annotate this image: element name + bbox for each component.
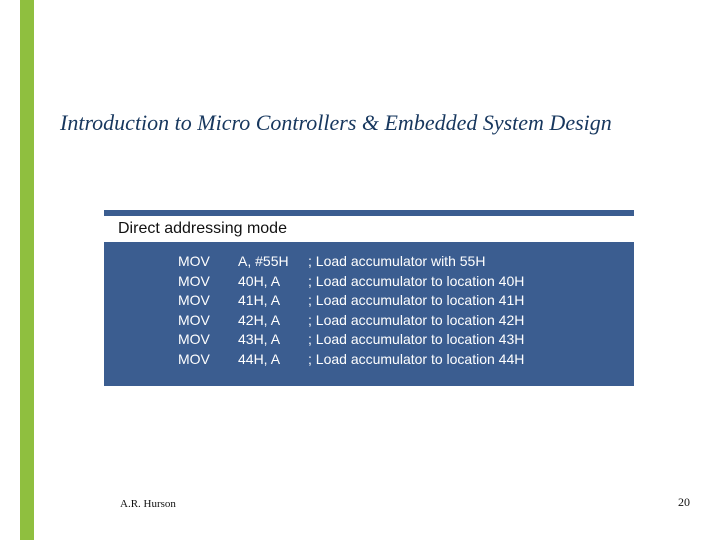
comment-cell: ; Load accumulator to location 42H (308, 311, 534, 331)
opcode-cell: MOV (178, 311, 238, 331)
comment-cell: ; Load accumulator with 55H (308, 252, 534, 272)
table-row: MOV43H, A; Load accumulator to location … (178, 330, 534, 350)
args-cell: 41H, A (238, 291, 308, 311)
opcode-cell: MOV (178, 291, 238, 311)
opcode-cell: MOV (178, 350, 238, 370)
table-row: MOV40H, A; Load accumulator to location … (178, 272, 534, 292)
args-cell: 43H, A (238, 330, 308, 350)
table-row: MOVA, #55H; Load accumulator with 55H (178, 252, 534, 272)
accent-bar (20, 0, 34, 540)
page-title: Introduction to Micro Controllers & Embe… (60, 110, 612, 136)
footer-page-number: 20 (678, 495, 690, 510)
opcode-cell: MOV (178, 330, 238, 350)
table-row: MOV44H, A; Load accumulator to location … (178, 350, 534, 370)
footer-author: A.R. Hurson (120, 498, 176, 510)
opcode-cell: MOV (178, 252, 238, 272)
slide: Introduction to Micro Controllers & Embe… (0, 0, 720, 540)
comment-cell: ; Load accumulator to location 43H (308, 330, 534, 350)
comment-cell: ; Load accumulator to location 40H (308, 272, 534, 292)
code-box: Direct addressing mode MOVA, #55H; Load … (104, 210, 634, 386)
args-cell: 42H, A (238, 311, 308, 331)
args-cell: A, #55H (238, 252, 308, 272)
comment-cell: ; Load accumulator to location 41H (308, 291, 534, 311)
comment-cell: ; Load accumulator to location 44H (308, 350, 534, 370)
args-cell: 44H, A (238, 350, 308, 370)
code-table: MOVA, #55H; Load accumulator with 55HMOV… (178, 252, 534, 370)
args-cell: 40H, A (238, 272, 308, 292)
table-row: MOV41H, A; Load accumulator to location … (178, 291, 534, 311)
box-header: Direct addressing mode (104, 216, 634, 242)
table-row: MOV42H, A; Load accumulator to location … (178, 311, 534, 331)
opcode-cell: MOV (178, 272, 238, 292)
